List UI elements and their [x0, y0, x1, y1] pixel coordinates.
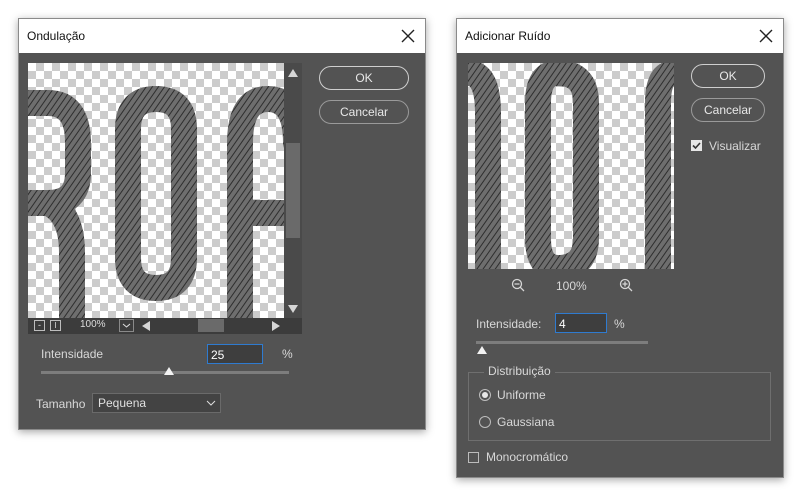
ripple-intensity-input[interactable]: 25: [207, 344, 263, 364]
scroll-up-arrow[interactable]: [287, 67, 299, 79]
monochromatic-checkbox[interactable]: [468, 452, 479, 463]
noise-intensity-slider-thumb[interactable]: [477, 346, 487, 354]
ripple-ok-button[interactable]: OK: [319, 66, 409, 90]
close-icon[interactable]: [755, 25, 777, 47]
noise-cancel-button[interactable]: Cancelar: [691, 98, 765, 122]
scroll-left-arrow[interactable]: [140, 320, 152, 332]
zoom-out-button[interactable]: -: [34, 320, 45, 331]
noise-ok-button[interactable]: OK: [691, 64, 765, 88]
uniform-label: Uniforme: [497, 388, 546, 402]
scroll-right-arrow[interactable]: [270, 320, 282, 332]
scroll-down-arrow[interactable]: [287, 303, 299, 315]
ripple-vscroll-thumb[interactable]: [286, 143, 300, 238]
noise-title: Adicionar Ruído: [465, 29, 551, 43]
zoom-out-icon[interactable]: [511, 278, 525, 292]
noise-titlebar: Adicionar Ruído: [457, 19, 783, 53]
ripple-cancel-button[interactable]: Cancelar: [319, 100, 409, 124]
checkmark-icon: [692, 142, 701, 150]
zoom-in-icon[interactable]: [619, 278, 633, 292]
chevron-down-icon: [206, 400, 216, 406]
uniform-radio[interactable]: [479, 389, 491, 401]
noise-intensity-label: Intensidade:: [476, 317, 542, 331]
preview-checkbox[interactable]: [691, 140, 702, 151]
gaussian-radio[interactable]: [479, 416, 491, 428]
ripple-zoom-level: 100%: [80, 319, 106, 330]
ripple-intensity-slider-thumb[interactable]: [164, 367, 174, 375]
noise-zoom-level: 100%: [556, 279, 587, 293]
monochromatic-label: Monocromático: [486, 450, 569, 464]
ripple-zoom-dropdown[interactable]: [119, 319, 134, 332]
distribution-legend: Distribuição: [484, 364, 555, 378]
ripple-titlebar: Ondulação: [19, 19, 425, 53]
ripple-preview-letters: [28, 86, 284, 318]
ripple-intensity-label: Intensidade: [41, 347, 104, 361]
ripple-vscrollbar[interactable]: [284, 63, 302, 318]
ripple-preview[interactable]: [28, 63, 284, 318]
distribution-group: [468, 372, 771, 441]
noise-intensity-unit: %: [614, 317, 625, 331]
ripple-size-label: Tamanho: [36, 397, 86, 411]
noise-preview[interactable]: [468, 63, 674, 269]
noise-intensity-input[interactable]: 4: [555, 313, 607, 333]
ripple-preview-footer: - I 100%: [28, 318, 302, 334]
gaussian-label: Gaussiana: [497, 415, 555, 429]
ripple-hscroll-thumb[interactable]: [198, 319, 224, 332]
ripple-intensity-unit: %: [282, 347, 293, 361]
zoom-in-button[interactable]: I: [50, 320, 61, 331]
ripple-size-select[interactable]: Pequena: [92, 393, 221, 413]
ripple-dialog: Ondulação - I 100% OK Cancelar Intensida…: [18, 18, 426, 430]
noise-dialog: Adicionar Ruído 100% OK Cancelar Visuali…: [456, 18, 784, 478]
ripple-title: Ondulação: [27, 29, 86, 43]
chevron-down-icon: [122, 323, 131, 328]
noise-preview-letters: [468, 63, 674, 269]
ripple-size-value: Pequena: [98, 396, 147, 410]
noise-intensity-slider-track[interactable]: [476, 341, 648, 344]
preview-label: Visualizar: [709, 139, 761, 153]
close-icon[interactable]: [397, 25, 419, 47]
